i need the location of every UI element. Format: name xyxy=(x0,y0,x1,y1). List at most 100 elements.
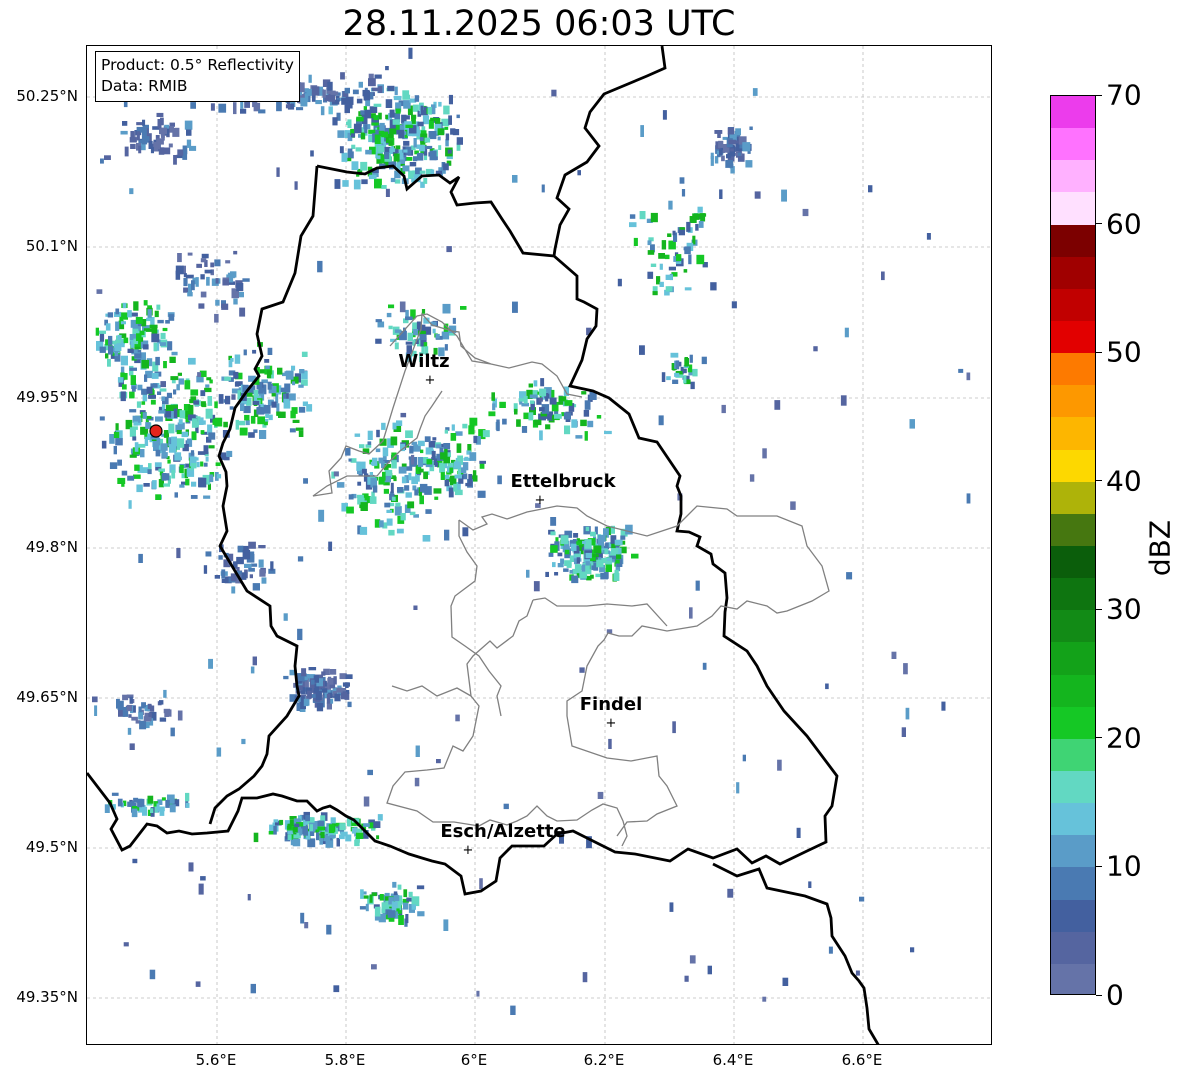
echo-pixel xyxy=(185,792,190,802)
echo-pixel xyxy=(104,804,110,813)
echo-pixel xyxy=(374,178,382,189)
echo-pixel xyxy=(528,383,533,388)
echo-pixel xyxy=(183,273,187,278)
echo-pixel xyxy=(577,170,581,176)
echo-pixel xyxy=(233,102,237,115)
echo-pixel xyxy=(371,87,379,92)
echo-pixel xyxy=(205,456,209,462)
echo-pixel xyxy=(396,129,405,135)
echo-pixel xyxy=(191,431,197,441)
echo-pixel xyxy=(304,922,309,929)
echo-pixel xyxy=(244,563,252,568)
echo-pixel xyxy=(137,443,146,448)
echo-pixel xyxy=(445,133,450,141)
echo-pixel xyxy=(401,476,407,484)
echo-pixel xyxy=(571,419,578,428)
echo-pixel xyxy=(512,175,518,183)
colorbar-segment xyxy=(1051,192,1095,225)
echo-pixel xyxy=(167,341,173,351)
echo-pixel xyxy=(697,206,703,213)
echo-pixel xyxy=(208,432,216,440)
echo-pixel xyxy=(583,409,590,417)
echo-pixel xyxy=(228,360,233,368)
echo-pixel xyxy=(449,467,454,474)
echo-pixel xyxy=(409,511,416,516)
echo-pixel xyxy=(482,430,490,438)
echo-pixel xyxy=(665,274,673,280)
echo-pixel xyxy=(225,260,231,264)
echo-pixel xyxy=(263,405,271,414)
echo-pixel xyxy=(359,526,368,535)
echo-pixel xyxy=(726,154,732,159)
echo-pixel xyxy=(401,115,410,120)
echo-pixel xyxy=(128,714,132,718)
echo-pixel xyxy=(389,109,395,118)
echo-pixel xyxy=(141,136,148,145)
echo-pixel xyxy=(130,143,136,149)
echo-pixel xyxy=(129,137,137,143)
echo-pixel xyxy=(447,149,452,154)
city-marker-ettelbruck: + xyxy=(535,493,546,508)
echo-pixel xyxy=(265,365,270,370)
echo-pixel xyxy=(356,116,364,122)
echo-pixel xyxy=(175,265,184,275)
colorbar-segment xyxy=(1051,256,1095,289)
echo-pixel xyxy=(298,430,304,437)
echo-pixel xyxy=(99,333,105,342)
echo-pixel xyxy=(296,107,304,111)
echo-pixel xyxy=(121,483,125,487)
echo-pixel xyxy=(782,977,789,986)
echo-pixel xyxy=(329,669,337,675)
echo-pixel xyxy=(333,985,340,993)
echo-pixel xyxy=(396,420,403,426)
echo-pixel xyxy=(469,417,478,426)
echo-pixel xyxy=(129,454,137,458)
echo-pixel xyxy=(548,552,554,557)
echo-pixel xyxy=(129,696,133,704)
colorbar-tick xyxy=(1096,608,1102,610)
colorbar-segment xyxy=(1051,803,1095,836)
echo-pixel xyxy=(813,346,818,352)
echo-pixel xyxy=(361,179,368,185)
echo-pixel xyxy=(432,328,436,334)
echo-pixel xyxy=(390,177,396,183)
echo-pixel xyxy=(105,323,111,331)
echo-pixel xyxy=(122,694,129,701)
echo-pixel xyxy=(347,151,354,159)
echo-pixel xyxy=(174,492,178,498)
echo-pixel xyxy=(221,303,229,310)
echo-pixel xyxy=(662,110,667,120)
echo-pixel xyxy=(158,806,165,812)
echo-pixel xyxy=(710,152,714,159)
echo-pixel xyxy=(417,911,425,917)
echo-pixel xyxy=(666,376,671,381)
echo-pixel xyxy=(650,263,657,267)
echo-pixel xyxy=(688,254,692,265)
echo-pixel xyxy=(249,574,253,579)
echo-pixel xyxy=(419,145,426,152)
echo-pixel xyxy=(150,399,156,405)
echo-pixel xyxy=(868,185,873,193)
colorbar-segment xyxy=(1051,835,1095,868)
echo-pixel xyxy=(454,474,462,479)
echo-pixel xyxy=(287,834,292,840)
echo-pixel xyxy=(108,345,114,355)
echo-pixel xyxy=(173,155,177,165)
echo-pixel xyxy=(372,485,378,493)
echo-pixel xyxy=(407,501,415,509)
colorbar-tick xyxy=(1096,480,1102,482)
echo-pixel xyxy=(259,430,267,439)
echo-pixel xyxy=(240,108,247,114)
lat-label: 49.95°N xyxy=(16,388,78,406)
colorbar-segment xyxy=(1051,674,1095,707)
colorbar-segment xyxy=(1051,738,1095,771)
echo-pixel xyxy=(202,403,207,408)
echo-pixel xyxy=(584,400,591,410)
echo-pixel xyxy=(597,535,606,542)
echo-pixel xyxy=(138,706,142,713)
echo-pixel xyxy=(149,324,158,329)
echo-pixel xyxy=(200,876,206,881)
echo-pixel xyxy=(374,74,382,79)
echo-pixel xyxy=(148,394,156,399)
echo-pixel xyxy=(419,495,424,505)
